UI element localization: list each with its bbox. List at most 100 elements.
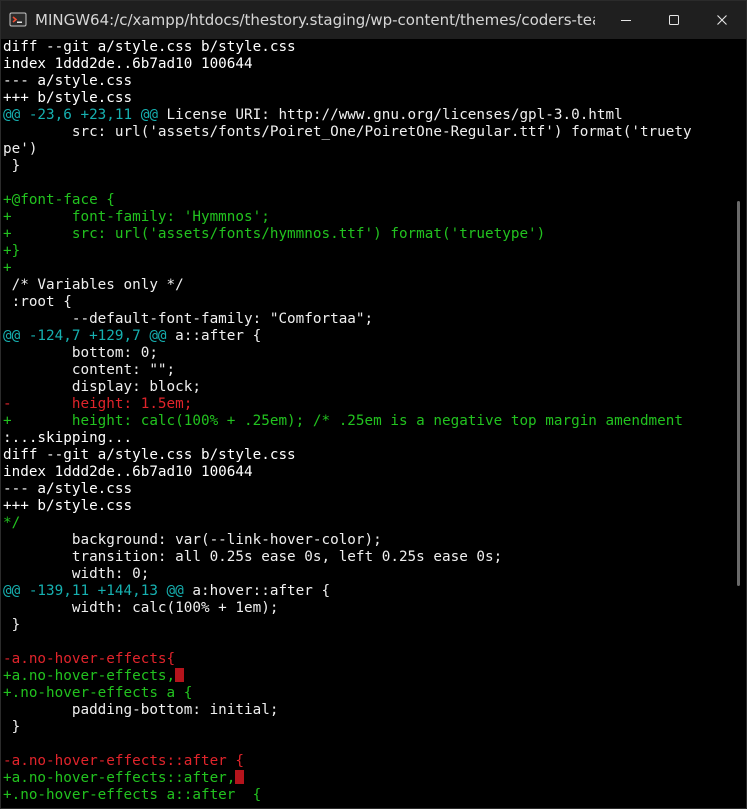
terminal-output[interactable]: diff --git a/style.css b/style.css index … (1, 39, 726, 808)
terminal-line-add: + font-family: 'Hymmnos'; (3, 209, 726, 226)
scrollbar-track[interactable] (726, 39, 746, 808)
terminal-line-empty (3, 175, 726, 192)
line-text: +} (3, 243, 21, 259)
terminal-line-meta: index 1ddd2de..6b7ad10 100644 (3, 464, 726, 481)
terminal-line-del: - height: 1.5em; (3, 396, 726, 413)
line-text: @@ -124,7 +129,7 @@ (3, 328, 167, 344)
terminal-line-add: + (3, 260, 726, 277)
line-text: --- a/style.css (3, 73, 133, 89)
line-text: +.no-hover-effects a::after { (3, 787, 262, 803)
line-text: } (3, 719, 21, 735)
terminal-line-meta: index 1ddd2de..6b7ad10 100644 (3, 56, 726, 73)
line-text: +@font-face { (3, 192, 115, 208)
terminal-line-ctx: width: calc(100% + 1em); (3, 600, 726, 617)
line-text: + height: calc(100% + .25em); /* .25em i… (3, 413, 683, 429)
line-text: :...skipping... (3, 430, 133, 446)
terminal-line-ctx: transition: all 0.25s ease 0s, left 0.25… (3, 549, 726, 566)
git-bash-icon (9, 11, 27, 29)
line-text: + font-family: 'Hymmnos'; (3, 209, 270, 225)
terminal-line-add: */ (3, 515, 726, 532)
terminal-line-ctx: content: ""; (3, 362, 726, 379)
terminal-line-meta: diff --git a/style.css b/style.css (3, 39, 726, 56)
terminal-line-add: +a.no-hover-effects::after, (3, 770, 726, 787)
terminal-line-ctx: --default-font-family: "Comfortaa"; (3, 311, 726, 328)
hunk-signature: License URI: http://www.gnu.org/licenses… (157, 107, 623, 123)
line-text: transition: all 0.25s ease 0s, left 0.25… (3, 549, 503, 565)
line-text: /* Variables only */ (3, 277, 184, 293)
terminal-line-meta: --- a/style.css (3, 73, 726, 90)
terminal-line-ctx: background: var(--link-hover-color); (3, 532, 726, 549)
line-text: } (3, 158, 21, 174)
title-bar[interactable]: MINGW64:/c/xampp/htdocs/thestory.staging… (1, 1, 746, 39)
line-text: diff --git a/style.css b/style.css (3, 447, 296, 463)
line-text: index 1ddd2de..6b7ad10 100644 (3, 464, 253, 480)
line-text: @@ -23,6 +23,11 @@ (3, 107, 158, 123)
terminal-line-add: + src: url('assets/fonts/hymmnos.ttf') f… (3, 226, 726, 243)
terminal-line-empty (3, 634, 726, 651)
scrollbar-thumb[interactable] (737, 201, 740, 586)
terminal-line-ctx: padding-bottom: initial; (3, 702, 726, 719)
line-text: padding-bottom: initial; (3, 702, 279, 718)
terminal-line-ctx: bottom: 0; (3, 345, 726, 362)
close-button[interactable] (698, 1, 746, 39)
terminal-line-del: -a.no-hover-effects::after { (3, 753, 726, 770)
line-text: } (3, 617, 21, 633)
terminal-line-hunk: @@ -139,11 +144,13 @@ a:hover::after { (3, 583, 726, 600)
line-text: -a.no-hover-effects{ (3, 651, 176, 667)
line-text: :root { (3, 294, 72, 310)
terminal-line-del: -a.no-hover-effects{ (3, 651, 726, 668)
line-text: index 1ddd2de..6b7ad10 100644 (3, 56, 253, 72)
line-text: --default-font-family: "Comfortaa"; (3, 311, 374, 327)
minimize-button[interactable] (602, 1, 650, 39)
maximize-icon (669, 15, 679, 25)
line-text: +a.no-hover-effects::after, (3, 770, 236, 786)
line-text: width: 0; (3, 566, 150, 582)
line-text: +.no-hover-effects a { (3, 685, 193, 701)
line-text: bottom: 0; (3, 345, 158, 361)
hunk-signature: a::after { (166, 328, 262, 344)
hunk-signature: a:hover::after { (183, 583, 331, 599)
terminal-line-meta: +++ b/style.css (3, 498, 726, 515)
trailing-whitespace-marker (175, 668, 185, 682)
line-text: display: block; (3, 379, 201, 395)
line-text: + (3, 260, 12, 276)
line-text: @@ -139,11 +144,13 @@ (3, 583, 184, 599)
window-title: MINGW64:/c/xampp/htdocs/thestory.staging… (35, 11, 595, 29)
terminal-line-add: +@font-face { (3, 192, 726, 209)
line-text: - height: 1.5em; (3, 396, 193, 412)
close-icon (717, 15, 727, 25)
terminal-line-pager: :...skipping... (3, 430, 726, 447)
terminal-line-meta: +++ b/style.css (3, 90, 726, 107)
terminal-line-add: + height: calc(100% + .25em); /* .25em i… (3, 413, 726, 430)
terminal-line-empty (3, 736, 726, 753)
line-text: pe') (3, 141, 38, 157)
maximize-button[interactable] (650, 1, 698, 39)
terminal-line-add: +} (3, 243, 726, 260)
terminal-line-ctx: src: url('assets/fonts/Poiret_One/Poiret… (3, 124, 726, 141)
line-text: content: ""; (3, 362, 176, 378)
line-text: background: var(--link-hover-color); (3, 532, 382, 548)
line-text: -a.no-hover-effects::after { (3, 753, 245, 769)
terminal-line-meta: diff --git a/style.css b/style.css (3, 447, 726, 464)
terminal-line-ctx: } (3, 158, 726, 175)
terminal-window: MINGW64:/c/xampp/htdocs/thestory.staging… (0, 0, 747, 809)
line-text: width: calc(100% + 1em); (3, 600, 279, 616)
terminal-line-add: +.no-hover-effects a { (3, 685, 726, 702)
terminal-line-ctx: /* Variables only */ (3, 277, 726, 294)
line-text: +++ b/style.css (3, 90, 133, 106)
line-text: +++ b/style.css (3, 498, 133, 514)
trailing-whitespace-marker (235, 770, 245, 784)
line-text: --- a/style.css (3, 481, 133, 497)
line-text: */ (3, 515, 21, 531)
terminal-line-ctx: } (3, 719, 726, 736)
terminal-line-meta: --- a/style.css (3, 481, 726, 498)
line-text: +a.no-hover-effects, (3, 668, 176, 684)
terminal-line-ctx: display: block; (3, 379, 726, 396)
terminal-line-ctx: :root { (3, 294, 726, 311)
terminal-line-ctx: } (3, 617, 726, 634)
terminal-line-add: +.no-hover-effects a::after { (3, 787, 726, 804)
terminal-line-ctx: pe') (3, 141, 726, 158)
terminal-line-hunk: @@ -23,6 +23,11 @@ License URI: http://w… (3, 107, 726, 124)
line-text: diff --git a/style.css b/style.css (3, 39, 296, 55)
terminal-line-add: +a.no-hover-effects, (3, 668, 726, 685)
